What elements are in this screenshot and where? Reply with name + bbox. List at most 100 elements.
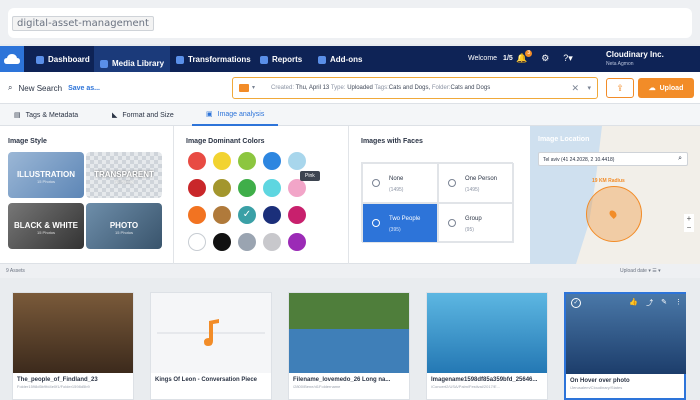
asset-card[interactable]: The_people_of_Findland_23 Folder1598d5b9…: [12, 292, 134, 400]
faces-options: None (1495) One Person (1495) Two People (3…: [361, 162, 514, 243]
tab-image-analysis[interactable]: ▣ Image analysis: [192, 104, 279, 126]
address-bar[interactable]: digital-asset-management: [8, 8, 692, 38]
faces-title: Images with Faces: [361, 138, 423, 145]
search-icon: ⌕: [678, 155, 682, 162]
asset-thumbnail: ✓ 👍 ⤴ ✎ ⋮: [566, 294, 686, 374]
asset-thumbnail: [13, 293, 133, 373]
tag-icon: ▤: [14, 112, 21, 119]
color-swatch[interactable]: ✓: [238, 206, 256, 224]
location-map[interactable]: Image Location Tel aviv (41 24.2028, 2 1…: [530, 126, 700, 264]
location-search-input[interactable]: Tel aviv (41 24.2028, 2 10.4418) ⌕: [538, 152, 688, 166]
color-swatch[interactable]: [263, 179, 281, 197]
color-swatch[interactable]: [188, 233, 206, 251]
notifications-icon[interactable]: 🔔 3: [516, 50, 533, 64]
asset-card-hover[interactable]: ✓ 👍 ⤴ ✎ ⋮ On Hover over photo /Jerusalem…: [564, 292, 686, 400]
group-icon: [448, 219, 456, 227]
faces-group[interactable]: Group (95): [438, 203, 514, 243]
filter-tabs: ▤ Tags & Metadata ◣ Format and Size ▣ Image…: [0, 104, 700, 126]
dashboard-icon: [36, 55, 44, 64]
search-query-text: Created: Thu, April 13 Type: Uploaded Ta…: [271, 85, 491, 91]
upload-button[interactable]: ☁ Upload: [638, 78, 694, 98]
asset-thumbnail: [289, 293, 409, 373]
color-swatch[interactable]: [263, 152, 281, 170]
tab-format-size[interactable]: ◣ Format and Size: [112, 104, 174, 126]
new-search-label: New Search: [18, 83, 63, 93]
color-swatch[interactable]: [288, 152, 306, 170]
nav-transformations[interactable]: Transformations: [176, 55, 251, 64]
folder-icon: [239, 84, 249, 92]
color-swatch[interactable]: [213, 206, 231, 224]
color-swatch[interactable]: [213, 152, 231, 170]
nav-reports[interactable]: Reports: [260, 55, 302, 64]
reports-icon: [260, 55, 268, 64]
account-menu[interactable]: Cloudinary Inc. Neta Agmon: [606, 50, 664, 67]
search-query-field[interactable]: ▾ Created: Thu, April 13 Type: Uploaded …: [232, 77, 598, 99]
audio-thumbnail: [151, 293, 271, 373]
asset-card[interactable]: Imagename1598df85a359bfd_25646... /Conce…: [426, 292, 548, 400]
media-upload-button[interactable]: ⇪: [606, 78, 634, 98]
color-swatch[interactable]: [288, 206, 306, 224]
media-library-icon: [100, 59, 108, 68]
save-as-link[interactable]: Save as...: [68, 85, 100, 92]
nav-add-ons[interactable]: Add-ons: [318, 55, 362, 64]
help-icon[interactable]: ?▾: [563, 53, 573, 64]
share-icon[interactable]: ⤴: [646, 298, 653, 308]
account-user: Neta Agmon: [606, 61, 634, 67]
sort-dropdown[interactable]: Upload date ▾ ☰ ▾: [620, 268, 661, 274]
format-icon: ◣: [112, 112, 118, 119]
music-note-icon: [157, 319, 265, 346]
color-swatch[interactable]: [238, 179, 256, 197]
radius-label: 19 KM Radius: [592, 178, 625, 184]
like-icon[interactable]: 👍: [629, 298, 638, 308]
asset-card[interactable]: Kings Of Leon - Conversation Piece: [150, 292, 272, 400]
select-check-icon[interactable]: ✓: [571, 298, 581, 308]
search-icon: ⌕: [8, 83, 13, 92]
color-swatch[interactable]: [188, 152, 206, 170]
faces-one-person[interactable]: One Person (1495): [438, 163, 514, 203]
more-icon[interactable]: ⋮: [675, 298, 682, 308]
cloudinary-logo[interactable]: [0, 46, 24, 72]
color-tooltip: Pink: [300, 171, 320, 181]
color-swatch[interactable]: [188, 179, 206, 197]
color-swatch[interactable]: [238, 233, 256, 251]
color-swatch[interactable]: [263, 206, 281, 224]
color-swatch[interactable]: [213, 179, 231, 197]
style-transparent[interactable]: TRANSPARENT 15 Photos: [86, 152, 162, 198]
transformations-icon: [176, 55, 184, 64]
zoom-in-icon: +: [686, 214, 692, 223]
faces-none[interactable]: None (1495): [362, 163, 438, 203]
face-icon: [448, 179, 456, 187]
welcome-text: Welcome 1/5: [468, 55, 513, 62]
nav-media-library[interactable]: Media Library: [94, 46, 171, 72]
color-swatch[interactable]: [288, 179, 306, 197]
image-icon: ▣: [206, 111, 213, 118]
search-bar: ⌕ New Search Save as... ▾ Created: Thu, …: [0, 72, 700, 104]
dominant-colors-title: Image Dominant Colors: [186, 138, 265, 145]
asset-grid: The_people_of_Findland_23 Folder1598d5b9…: [0, 278, 700, 400]
add-ons-icon: [318, 55, 326, 64]
color-swatch[interactable]: [213, 233, 231, 251]
nav-dashboard[interactable]: Dashboard: [36, 55, 90, 64]
map-zoom-controls[interactable]: + −: [684, 214, 694, 232]
asset-card[interactable]: Filename_lovemedo_26 Long na... /2800/Be…: [288, 292, 410, 400]
faces-two-people[interactable]: Two People (395): [362, 203, 438, 243]
edit-icon[interactable]: ✎: [661, 298, 667, 308]
folder-dropdown-icon[interactable]: ▾: [252, 84, 255, 91]
color-swatch[interactable]: [188, 206, 206, 224]
color-swatch[interactable]: [288, 233, 306, 251]
asset-thumbnail: [427, 293, 547, 373]
zoom-out-icon: −: [686, 223, 692, 232]
color-swatch[interactable]: [238, 152, 256, 170]
style-black-white[interactable]: BLACK & WHITE 15 Photos: [8, 203, 84, 249]
gear-icon[interactable]: ⚙: [541, 53, 549, 64]
color-swatch[interactable]: [263, 233, 281, 251]
tab-tags-metadata[interactable]: ▤ Tags & Metadata: [14, 104, 78, 126]
clear-search-icon[interactable]: ✕: [571, 83, 579, 94]
browser-bar: digital-asset-management: [0, 0, 700, 44]
two-faces-icon: [372, 219, 380, 227]
chevron-down-icon[interactable]: ▾: [587, 84, 591, 92]
style-illustration[interactable]: ILLUSTRATION 15 Photos: [8, 152, 84, 198]
tab-label: digital-asset-management: [12, 16, 154, 31]
asset-count: 9 Assets: [6, 268, 25, 274]
style-photo[interactable]: PHOTO 15 Photos: [86, 203, 162, 249]
